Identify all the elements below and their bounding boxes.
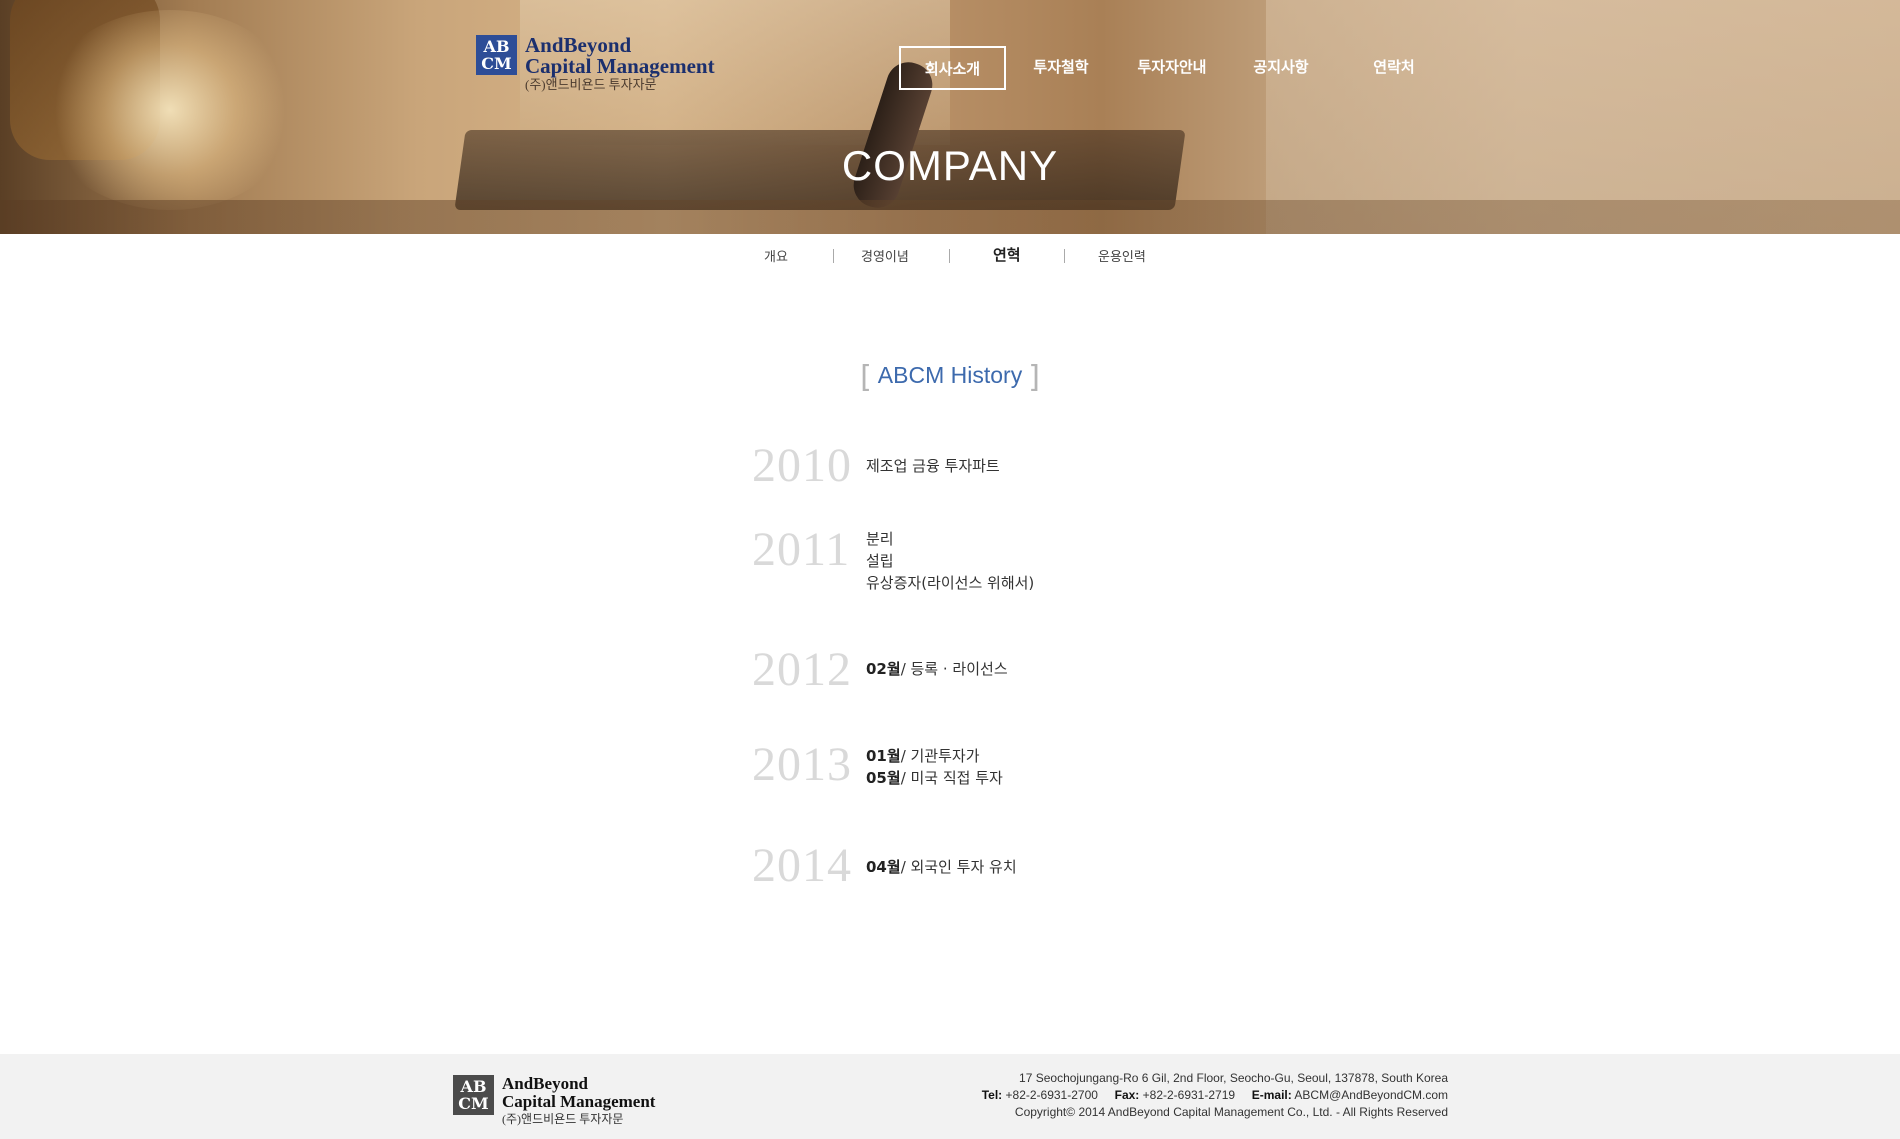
subnav-divider (833, 249, 834, 263)
nav-notice[interactable]: 공지사항 (1228, 46, 1334, 90)
logo-mark-bottom: CM (481, 54, 512, 73)
history-event: 04월/ 외국인 투자 유치 (866, 856, 1017, 878)
logo-mark: AB CM (476, 35, 517, 75)
header-logo[interactable]: AB CM AndBeyond Capital Management (주)앤드… (476, 35, 715, 93)
sub-nav: 개요 경영이념 연혁 운용인력 (0, 246, 1900, 270)
history-event: 유상증자(라이선스 위해서) (866, 572, 1034, 594)
event-text: / 기관투자가 (900, 747, 980, 765)
fax-label: Fax: (1114, 1088, 1140, 1102)
logo-line1: AndBeyond (525, 33, 632, 57)
background-wall (1266, 0, 1900, 234)
history-title-text: ABCM History (877, 362, 1023, 388)
history-event: 제조업 금융 투자파트 (866, 455, 1000, 477)
event-text: 설립 (866, 552, 894, 570)
event-text: 유상증자(라이선스 위해서) (866, 574, 1035, 592)
bracket-left: [ (860, 360, 872, 395)
bracket-right: ] (1028, 360, 1040, 395)
tel-number: +82-2-6931-2700 (1005, 1088, 1098, 1102)
event-month: 01월 (866, 747, 901, 765)
logo-line3: (주)앤드비욘드 투자자문 (525, 77, 657, 92)
logo-line2: Capital Management (502, 1092, 656, 1111)
logo-mark-top: AB (460, 1077, 487, 1096)
history-events: 제조업 금융 투자파트 (866, 455, 1000, 477)
history-events: 02월/ 등록 · 라이선스 (866, 658, 1008, 680)
footer-contact: Tel: +82-2-6931-2700 Fax: +82-2-6931-271… (982, 1087, 1448, 1104)
footer-address: 17 Seochojungang-Ro 6 Gil, 2nd Floor, Se… (1019, 1071, 1448, 1085)
logo-mark-top: AB (483, 37, 510, 56)
fax-number: +82-2-6931-2719 (1142, 1088, 1236, 1102)
footer-logo[interactable]: AB CM AndBeyond Capital Management (주)앤드… (453, 1075, 655, 1127)
footer: AB CM AndBeyond Capital Management (주)앤드… (0, 1054, 1900, 1139)
subnav-divider (949, 249, 950, 263)
email-link[interactable]: ABCM@AndBeyondCM.com (1294, 1088, 1448, 1102)
history-events: 분리 설립 유상증자(라이선스 위해서) (866, 528, 1034, 594)
event-text: / 미국 직접 투자 (900, 769, 1003, 787)
history-events: 01월/ 기관투자가 05월/ 미국 직접 투자 (866, 745, 1003, 789)
hero-banner: AB CM AndBeyond Capital Management (주)앤드… (0, 0, 1900, 234)
page-title: COMPANY (841, 142, 1059, 189)
subnav-overview[interactable]: 개요 (764, 246, 788, 265)
footer-info: 17 Seochojungang-Ro 6 Gil, 2nd Floor, Se… (982, 1070, 1448, 1121)
logo-mark-bottom: CM (458, 1094, 489, 1113)
logo-line1: AndBeyond (502, 1074, 588, 1093)
history-year: 2014 (752, 839, 852, 892)
subnav-philosophy[interactable]: 경영이념 (861, 246, 909, 265)
history-event: 01월/ 기관투자가 (866, 745, 1003, 767)
event-month: 02월 (866, 660, 901, 678)
history-event: 02월/ 등록 · 라이선스 (866, 658, 1008, 680)
logo-line2: Capital Management (525, 54, 715, 78)
history-events: 04월/ 외국인 투자 유치 (866, 856, 1017, 878)
event-text: 제조업 금융 투자파트 (866, 457, 1000, 475)
event-month: 04월 (866, 858, 901, 876)
footer-copyright: Copyright© 2014 AndBeyond Capital Manage… (1014, 1105, 1448, 1119)
logo-line3: (주)앤드비욘드 투자자문 (502, 1112, 624, 1126)
subnav-divider (1064, 249, 1065, 263)
event-text: / 외국인 투자 유치 (900, 858, 1017, 876)
nav-company[interactable]: 회사소개 (899, 46, 1006, 90)
nav-philosophy[interactable]: 투자철학 (1006, 46, 1116, 90)
subnav-staff[interactable]: 운용인력 (1098, 246, 1146, 265)
history-year: 2010 (752, 439, 852, 492)
history-event: 분리 (866, 528, 1034, 550)
background-table (0, 200, 1900, 234)
history-year: 2012 (752, 643, 852, 696)
history-event: 05월/ 미국 직접 투자 (866, 767, 1003, 789)
history-year: 2011 (752, 523, 851, 576)
subnav-history[interactable]: 연혁 (993, 244, 1021, 265)
history-event: 설립 (866, 550, 1034, 572)
event-text: / 등록 · 라이선스 (900, 660, 1008, 678)
event-text: 분리 (866, 530, 894, 548)
history-title: [ABCM History] (0, 360, 1900, 395)
event-month: 05월 (866, 769, 901, 787)
nav-contact[interactable]: 연락처 (1334, 46, 1454, 90)
tel-label: Tel: (981, 1088, 1003, 1102)
history-year: 2013 (752, 738, 852, 791)
nav-investor-guide[interactable]: 투자자안내 (1116, 46, 1228, 90)
logo-mark: AB CM (453, 1075, 494, 1115)
main-nav: 회사소개 투자철학 투자자안내 공지사항 연락처 (899, 46, 1454, 90)
email-label: E-mail: (1251, 1088, 1292, 1102)
